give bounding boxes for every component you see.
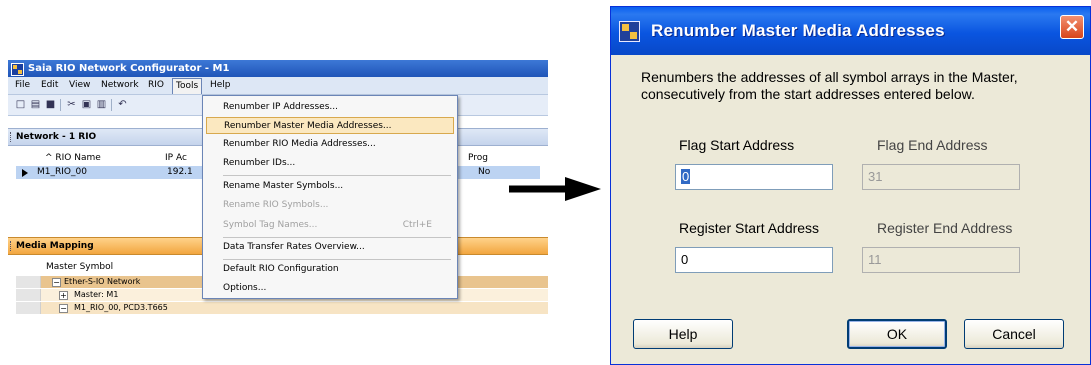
app-icon <box>619 21 640 42</box>
menu-separator <box>223 175 451 176</box>
menu-item-label: Options... <box>223 283 267 293</box>
menu-view[interactable]: View <box>66 79 93 92</box>
tools-menu: Renumber IP Addresses... Renumber Master… <box>202 95 458 299</box>
cut-icon[interactable]: ✂ <box>66 99 77 110</box>
col-rio-name[interactable]: ^ RIO Name <box>45 152 101 165</box>
menu-separator <box>223 237 451 238</box>
register-end-label: Register End Address <box>877 220 1013 236</box>
close-icon[interactable]: ✕ <box>1060 15 1084 39</box>
app-icon <box>11 63 24 76</box>
menu-item-default-rio-config[interactable]: Default RIO Configuration <box>206 261 454 278</box>
menu-bar: File Edit View Network RIO Tools Help <box>8 77 548 95</box>
dialog-title-bar: Renumber Master Media Addresses ✕ <box>611 7 1090 55</box>
menu-item-label: Renumber IDs... <box>223 158 296 168</box>
menu-item-label: Renumber RIO Media Addresses... <box>223 139 376 149</box>
menu-edit[interactable]: Edit <box>38 79 61 92</box>
menu-item-renumber-ip[interactable]: Renumber IP Addresses... <box>206 99 454 116</box>
menu-item-rename-master-symbols[interactable]: Rename Master Symbols... <box>206 178 454 195</box>
menu-rio[interactable]: RIO <box>145 79 167 92</box>
menu-item-symbol-tag-names: Symbol Tag Names... Ctrl+E <box>206 217 454 234</box>
row-stub <box>16 276 41 288</box>
toolbar-separator <box>111 99 112 111</box>
arrow-right-icon <box>509 177 601 201</box>
tree-label: Master: M1 <box>74 290 119 299</box>
menu-item-renumber-ids[interactable]: Renumber IDs... <box>206 155 454 172</box>
tree-item[interactable]: − M1_RIO_00, PCD3.T665 <box>16 302 548 314</box>
menu-item-label: Renumber Master Media Addresses... <box>224 121 392 131</box>
ok-button[interactable]: OK <box>847 319 947 349</box>
col-prog[interactable]: Prog <box>468 152 488 165</box>
register-start-label: Register Start Address <box>679 220 820 236</box>
menu-item-label: Default RIO Configuration <box>223 264 339 274</box>
expand-icon[interactable]: + <box>59 291 68 300</box>
menu-item-renumber-rio-media[interactable]: Renumber RIO Media Addresses... <box>206 136 454 153</box>
toolbar-separator <box>60 99 61 111</box>
flag-end-label: Flag End Address <box>877 137 988 153</box>
row-stub <box>16 289 41 301</box>
row-stub <box>16 302 41 314</box>
menu-item-label: Symbol Tag Names... <box>223 220 318 230</box>
row-pointer-icon <box>22 169 28 177</box>
dialog-title: Renumber Master Media Addresses <box>651 21 945 40</box>
cell-ip: 192.1 <box>167 167 193 177</box>
menu-shortcut: Ctrl+E <box>402 220 432 230</box>
menu-network[interactable]: Network <box>98 79 142 92</box>
menu-file[interactable]: File <box>12 79 33 92</box>
grip-icon <box>10 132 13 142</box>
open-icon[interactable]: ▤ <box>30 99 41 110</box>
renumber-dialog: Renumber Master Media Addresses ✕ Renumb… <box>610 6 1091 365</box>
help-button[interactable]: Help <box>633 319 733 349</box>
tree-label: M1_RIO_00, PCD3.T665 <box>74 303 168 312</box>
cell-rio-name: M1_RIO_00 <box>37 167 87 177</box>
collapse-icon[interactable]: − <box>52 278 61 287</box>
new-icon[interactable]: □ <box>15 99 26 110</box>
description-line: consecutively from the start addresses e… <box>641 86 975 102</box>
menu-item-data-transfer-rates[interactable]: Data Transfer Rates Overview... <box>206 239 454 256</box>
app-title: Saia RIO Network Configurator - M1 <box>28 63 230 74</box>
media-panel-title: Media Mapping <box>16 241 94 251</box>
cancel-button[interactable]: Cancel <box>964 319 1064 349</box>
save-icon[interactable]: ■ <box>45 99 56 110</box>
menu-item-label: Data Transfer Rates Overview... <box>223 242 365 252</box>
tree-label: Ether-S-IO Network <box>64 277 141 286</box>
col-ip-address[interactable]: IP Ac <box>165 152 187 165</box>
menu-help[interactable]: Help <box>207 79 234 92</box>
description-line: Renumbers the addresses of all symbol ar… <box>641 69 1018 85</box>
copy-icon[interactable]: ▣ <box>81 99 92 110</box>
collapse-icon[interactable]: − <box>59 304 68 313</box>
dialog-description: Renumbers the addresses of all symbol ar… <box>641 69 1081 103</box>
flag-start-value: 0 <box>681 169 691 184</box>
menu-item-options[interactable]: Options... <box>206 280 454 297</box>
menu-item-label: Rename Master Symbols... <box>223 181 344 191</box>
undo-icon[interactable]: ↶ <box>117 99 128 110</box>
menu-item-rename-rio-symbols: Rename RIO Symbols... <box>206 197 454 214</box>
paste-icon[interactable]: ▥ <box>96 99 107 110</box>
menu-item-label: Rename RIO Symbols... <box>223 200 329 210</box>
flag-start-input[interactable]: 0 <box>675 164 833 190</box>
col-master-symbol[interactable]: Master Symbol <box>46 260 113 274</box>
menu-separator <box>223 259 451 260</box>
configurator-window: Saia RIO Network Configurator - M1 File … <box>8 60 548 324</box>
grip-icon <box>10 241 13 251</box>
flag-start-label: Flag Start Address <box>679 137 795 153</box>
cell-prog: No <box>478 167 491 177</box>
menu-item-label: Renumber IP Addresses... <box>223 102 338 112</box>
register-end-field: 11 <box>862 247 1020 273</box>
menu-tools[interactable]: Tools <box>172 78 203 94</box>
network-panel-title: Network - 1 RIO <box>16 132 97 142</box>
register-start-input[interactable]: 0 <box>675 247 833 273</box>
app-title-bar: Saia RIO Network Configurator - M1 <box>8 60 548 77</box>
menu-item-renumber-master-media[interactable]: Renumber Master Media Addresses... <box>206 117 454 134</box>
flag-end-field: 31 <box>862 164 1020 190</box>
